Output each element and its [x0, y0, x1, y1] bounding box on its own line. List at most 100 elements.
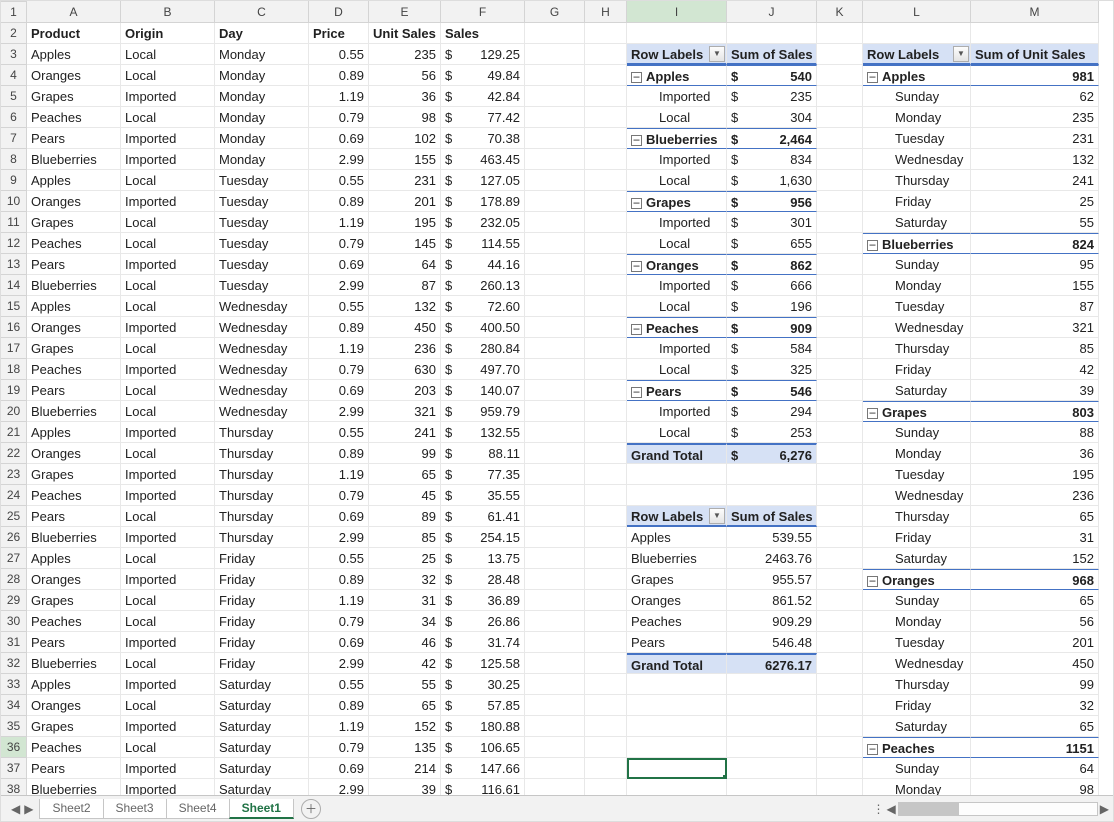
cell-K17[interactable] — [817, 359, 863, 380]
cell-E17[interactable]: 630 — [369, 359, 441, 380]
cell-D31[interactable]: 2.99 — [309, 653, 369, 674]
pivot3-filter-button[interactable]: ▼ — [953, 46, 969, 62]
cell-F12[interactable]: $44.16 — [441, 254, 525, 275]
cell-H37[interactable] — [585, 779, 627, 795]
cell-M30[interactable]: 201 — [971, 632, 1099, 653]
cell-D23[interactable]: 0.79 — [309, 485, 369, 506]
cell-B7[interactable]: Imported — [121, 149, 215, 170]
cell-A17[interactable]: Peaches — [27, 359, 121, 380]
cell-M6[interactable]: 231 — [971, 128, 1099, 149]
cell-J13[interactable]: $666 — [727, 275, 817, 296]
cell-E9[interactable]: 201 — [369, 191, 441, 212]
cell-B14[interactable]: Local — [121, 296, 215, 317]
row-header-12[interactable]: 12 — [1, 233, 27, 254]
cell-I10[interactable]: Imported — [627, 212, 727, 233]
cell-K22[interactable] — [817, 464, 863, 485]
cell-E1[interactable]: Unit Sales — [369, 23, 441, 44]
cell-E13[interactable]: 87 — [369, 275, 441, 296]
column-header-F[interactable]: F — [441, 1, 525, 23]
column-header-A[interactable]: A — [27, 1, 121, 23]
cell-M23[interactable]: 236 — [971, 485, 1099, 506]
cell-G19[interactable] — [525, 401, 585, 422]
cell-A35[interactable]: Peaches — [27, 737, 121, 758]
cell-F11[interactable]: $114.55 — [441, 233, 525, 254]
cell-J17[interactable]: $325 — [727, 359, 817, 380]
cell-K35[interactable] — [817, 737, 863, 758]
cell-A36[interactable]: Pears — [27, 758, 121, 779]
cell-K36[interactable] — [817, 758, 863, 779]
cell-E2[interactable]: 235 — [369, 44, 441, 65]
cell-K31[interactable] — [817, 653, 863, 674]
row-header-30[interactable]: 30 — [1, 611, 27, 632]
row-header-38[interactable]: 38 — [1, 779, 27, 795]
cell-D16[interactable]: 1.19 — [309, 338, 369, 359]
cell-H27[interactable] — [585, 569, 627, 590]
cell-K10[interactable] — [817, 212, 863, 233]
cell-G14[interactable] — [525, 296, 585, 317]
add-sheet-button[interactable]: ＋ — [301, 799, 321, 819]
cell-M28[interactable]: 65 — [971, 590, 1099, 611]
cell-B6[interactable]: Imported — [121, 128, 215, 149]
cell-H30[interactable] — [585, 632, 627, 653]
cell-F32[interactable]: $30.25 — [441, 674, 525, 695]
cell-C17[interactable]: Wednesday — [215, 359, 309, 380]
cell-G4[interactable] — [525, 86, 585, 107]
cell-F4[interactable]: $42.84 — [441, 86, 525, 107]
cell-B20[interactable]: Imported — [121, 422, 215, 443]
column-header-J[interactable]: J — [727, 1, 817, 23]
cell-F37[interactable]: $116.61 — [441, 779, 525, 795]
cell-D37[interactable]: 2.99 — [309, 779, 369, 795]
cell-J14[interactable]: $196 — [727, 296, 817, 317]
cell-I9[interactable]: −Grapes — [627, 191, 727, 212]
cell-C18[interactable]: Wednesday — [215, 380, 309, 401]
cell-B8[interactable]: Local — [121, 170, 215, 191]
cell-M20[interactable]: 88 — [971, 422, 1099, 443]
cell-L30[interactable]: Tuesday — [863, 632, 971, 653]
cell-J10[interactable]: $301 — [727, 212, 817, 233]
cell-L13[interactable]: Monday — [863, 275, 971, 296]
cell-E33[interactable]: 65 — [369, 695, 441, 716]
cell-A27[interactable]: Oranges — [27, 569, 121, 590]
cell-E29[interactable]: 34 — [369, 611, 441, 632]
cell-M2[interactable]: Sum of Unit Sales — [971, 44, 1099, 65]
cell-J1[interactable] — [727, 23, 817, 44]
row-header-35[interactable]: 35 — [1, 716, 27, 737]
cell-D11[interactable]: 0.79 — [309, 233, 369, 254]
cell-A28[interactable]: Grapes — [27, 590, 121, 611]
cell-I7[interactable]: Imported — [627, 149, 727, 170]
cell-K33[interactable] — [817, 695, 863, 716]
cell-C13[interactable]: Tuesday — [215, 275, 309, 296]
cell-F24[interactable]: $61.41 — [441, 506, 525, 527]
cell-E37[interactable]: 39 — [369, 779, 441, 795]
cell-C36[interactable]: Saturday — [215, 758, 309, 779]
cell-M13[interactable]: 155 — [971, 275, 1099, 296]
cell-C9[interactable]: Tuesday — [215, 191, 309, 212]
cell-F8[interactable]: $127.05 — [441, 170, 525, 191]
cell-C22[interactable]: Thursday — [215, 464, 309, 485]
cell-L33[interactable]: Friday — [863, 695, 971, 716]
cell-B35[interactable]: Local — [121, 737, 215, 758]
row-header-29[interactable]: 29 — [1, 590, 27, 611]
cell-D27[interactable]: 0.89 — [309, 569, 369, 590]
cell-J6[interactable]: $2,464 — [727, 128, 817, 149]
cell-H28[interactable] — [585, 590, 627, 611]
cell-J28[interactable]: 861.52 — [727, 590, 817, 611]
cell-M3[interactable]: 981 — [971, 65, 1099, 86]
cell-I14[interactable]: Local — [627, 296, 727, 317]
cell-B24[interactable]: Local — [121, 506, 215, 527]
cell-I5[interactable]: Local — [627, 107, 727, 128]
cell-B33[interactable]: Local — [121, 695, 215, 716]
cell-E11[interactable]: 145 — [369, 233, 441, 254]
cell-L19[interactable]: −Grapes — [863, 401, 971, 422]
cell-J34[interactable] — [727, 716, 817, 737]
cell-D33[interactable]: 0.89 — [309, 695, 369, 716]
cell-L17[interactable]: Friday — [863, 359, 971, 380]
cell-H35[interactable] — [585, 737, 627, 758]
cell-K14[interactable] — [817, 296, 863, 317]
cell-K19[interactable] — [817, 401, 863, 422]
scroll-track[interactable] — [898, 802, 1098, 816]
cell-I33[interactable] — [627, 695, 727, 716]
cell-K12[interactable] — [817, 254, 863, 275]
cell-K2[interactable] — [817, 44, 863, 65]
cell-F16[interactable]: $280.84 — [441, 338, 525, 359]
